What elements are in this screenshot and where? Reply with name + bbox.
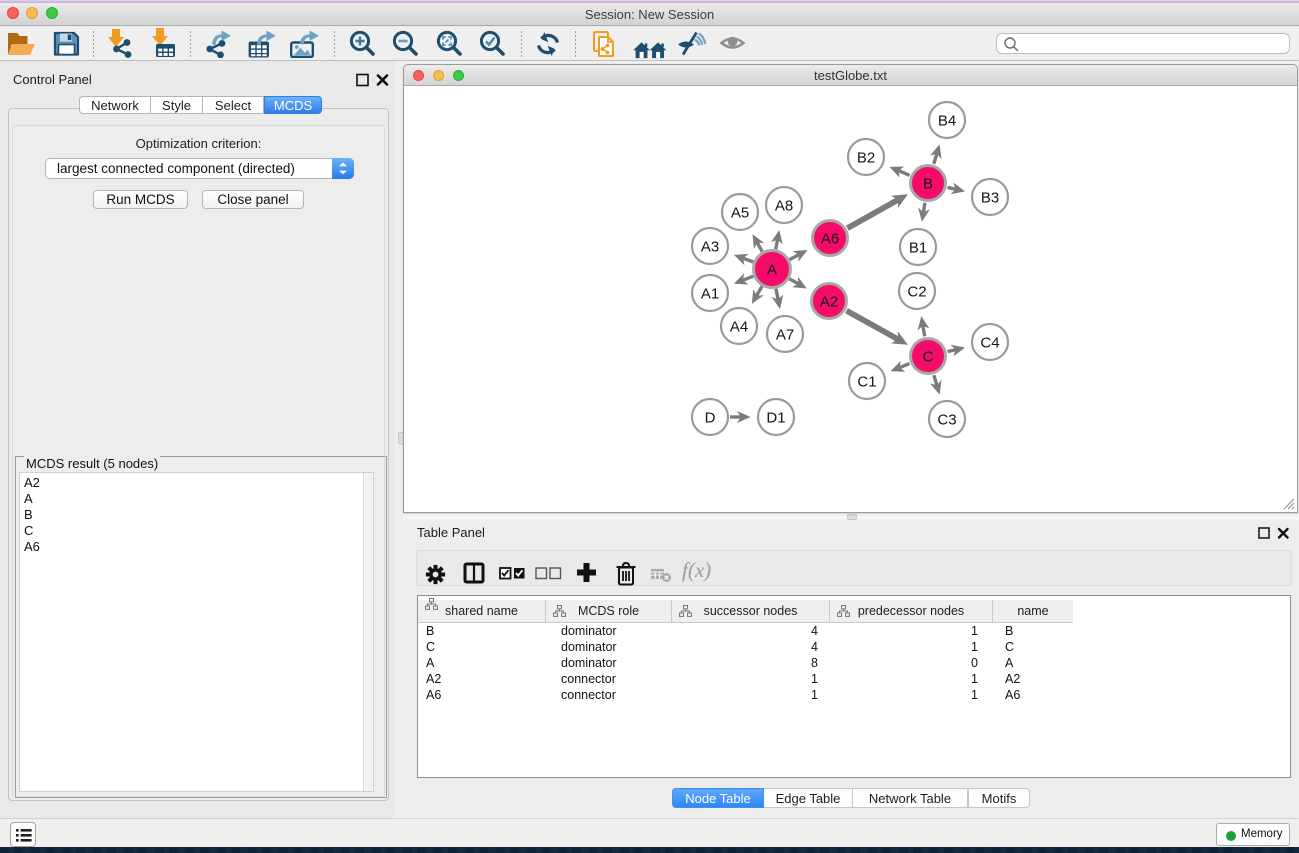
svg-text:A6: A6 <box>821 231 839 248</box>
svg-text:A4: A4 <box>730 319 748 336</box>
svg-text:B4: B4 <box>938 113 956 130</box>
svg-text:A3: A3 <box>701 239 719 256</box>
svg-text:C2: C2 <box>907 284 926 301</box>
svg-text:B1: B1 <box>909 240 927 257</box>
svg-text:A2: A2 <box>820 294 838 311</box>
svg-text:A1: A1 <box>701 286 719 303</box>
svg-text:D1: D1 <box>766 410 785 427</box>
svg-text:A7: A7 <box>776 327 794 344</box>
svg-text:C3: C3 <box>937 412 956 429</box>
svg-text:D: D <box>705 410 716 427</box>
svg-text:C4: C4 <box>980 335 999 352</box>
svg-text:C1: C1 <box>857 374 876 391</box>
svg-text:A8: A8 <box>775 198 793 215</box>
svg-text:A: A <box>767 262 777 279</box>
svg-text:B3: B3 <box>981 190 999 207</box>
svg-text:B: B <box>923 176 933 193</box>
svg-text:B2: B2 <box>857 150 875 167</box>
svg-text:C: C <box>923 349 934 366</box>
svg-text:A5: A5 <box>731 205 749 222</box>
